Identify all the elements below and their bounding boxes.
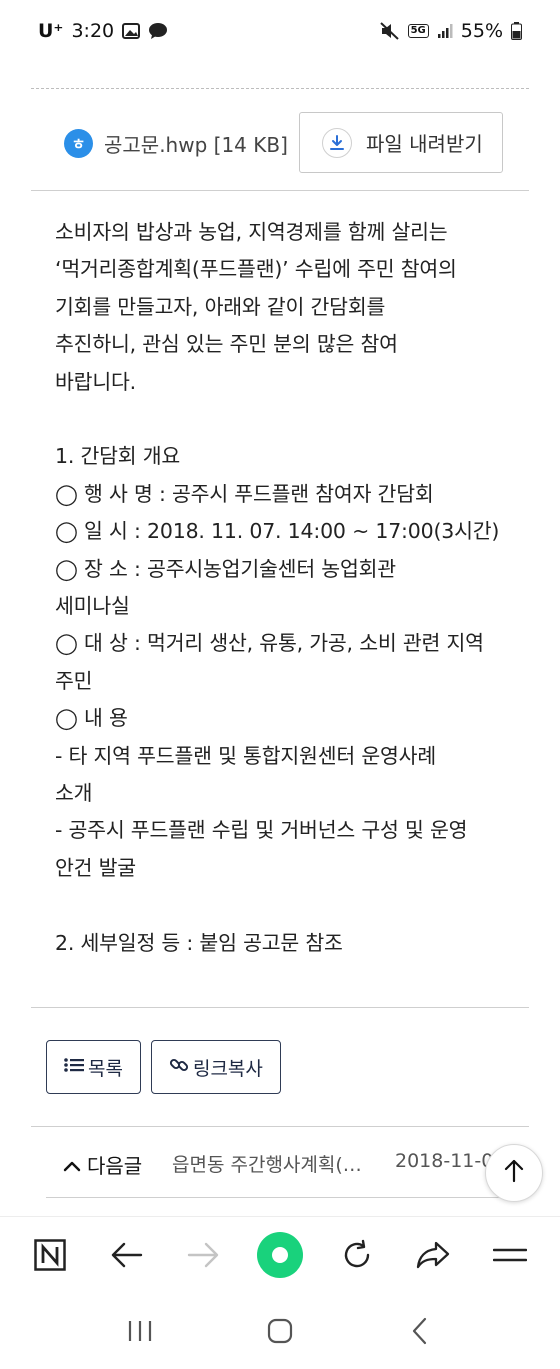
share-icon [416, 1241, 450, 1273]
list-button[interactable]: 목록 [46, 1040, 141, 1094]
body-line: 주민 [55, 668, 93, 693]
body-line: 기회를 만들고자, 아래와 같이 간담회를 [55, 294, 386, 319]
home-button[interactable] [250, 1308, 310, 1358]
link-icon [169, 1055, 189, 1080]
naver-n-icon [34, 1238, 67, 1275]
download-file-button[interactable]: 파일 내려받기 [299, 112, 503, 173]
share-button[interactable] [403, 1227, 463, 1287]
list-icon [64, 1056, 84, 1078]
body-line: 바랍니다. [55, 369, 136, 394]
recent-apps-icon [127, 1319, 153, 1347]
gallery-notification-icon [122, 23, 141, 39]
download-button-label: 파일 내려받기 [366, 132, 483, 156]
battery-percent: 55% [460, 20, 503, 42]
battery-icon [511, 22, 522, 40]
body-line: 추진하니, 관심 있는 주민 분의 많은 참여 [55, 332, 398, 357]
forward-arrow-icon [187, 1242, 219, 1272]
forward-button[interactable] [173, 1227, 233, 1287]
system-navigation-bar [0, 1296, 560, 1369]
next-post-label: 다음글 [87, 1154, 143, 1178]
mute-icon [379, 22, 400, 40]
body-line [55, 887, 515, 924]
attachment-bottom-divider [31, 190, 529, 191]
back-icon [411, 1317, 429, 1349]
home-green-dot-icon [256, 1231, 304, 1283]
hwp-file-icon: ㅎ [64, 129, 93, 158]
next-post-bottom-divider [46, 1197, 529, 1198]
arrow-up-icon [502, 1158, 526, 1188]
post-body: 소비자의 밥상과 농업, 지역경제를 함께 살리는 ‘먹거리종합계획(푸드플랜)… [55, 214, 515, 962]
chat-notification-icon [148, 22, 168, 40]
body-line: 1. 간담회 개요 [55, 444, 181, 469]
body-line: 소비자의 밥상과 농업, 지역경제를 함께 살리는 [55, 220, 448, 244]
body-line [55, 401, 515, 438]
body-line: ◯ 일 시 : 2018. 11. 07. 14:00 ~ 17:00(3시간) [55, 519, 500, 544]
list-button-label: 목록 [88, 1057, 123, 1080]
status-bar: U⁺ 3:20 5G 55% [0, 0, 560, 62]
download-icon [322, 127, 352, 158]
menu-icon [492, 1245, 527, 1269]
next-post-row[interactable]: 다음글 읍면동 주간행사계획(… 2018-11-0 [31, 1128, 529, 1198]
next-post-label-group: 다음글 [63, 1150, 142, 1179]
back-button[interactable] [97, 1227, 157, 1287]
body-line: 안건 발굴 [55, 855, 136, 880]
recent-apps-button[interactable] [110, 1308, 170, 1358]
attachment-row: ㅎ 공고문.hwp [14 KB] 파일 내려받기 [31, 89, 529, 191]
body-line: ◯ 행 사 명 : 공주시 푸드플랜 참여자 간담회 [55, 481, 434, 506]
body-line: - 타 지역 푸드플랜 및 통합지원센터 운영사례 [55, 743, 436, 768]
refresh-icon [341, 1239, 373, 1275]
clock: 3:20 [71, 20, 115, 42]
attachment-file-name[interactable]: 공고문.hwp [14 KB] [104, 129, 288, 158]
body-line: 소개 [55, 781, 93, 806]
chevron-up-icon [63, 1153, 81, 1177]
back-arrow-icon [111, 1242, 143, 1272]
content-bottom-divider [31, 1007, 529, 1008]
body-line: ◯ 대 상 : 먹거리 생산, 유통, 가공, 소비 관련 지역 [55, 631, 484, 656]
copy-link-button-label: 링크복사 [192, 1057, 263, 1080]
browser-toolbar [0, 1216, 560, 1296]
menu-button[interactable] [480, 1227, 540, 1287]
signal-icon [437, 23, 453, 39]
next-post-title[interactable]: 읍면동 주간행사계획(… [172, 1150, 380, 1177]
body-line: ◯ 내 용 [55, 706, 128, 731]
scroll-to-top-button[interactable] [485, 1144, 543, 1202]
next-post-top-divider [31, 1126, 529, 1127]
body-line: ◯ 장 소 : 공주시농업기술센터 농업회관 [55, 556, 396, 581]
network-5g-icon: 5G [407, 24, 429, 38]
refresh-button[interactable] [327, 1227, 387, 1287]
home-icon [267, 1318, 293, 1348]
body-line: 세미나실 [55, 594, 130, 619]
body-line: - 공주시 푸드플랜 수립 및 거버넌스 구성 및 운영 [55, 818, 468, 843]
copy-link-button[interactable]: 링크복사 [150, 1040, 281, 1094]
system-back-button[interactable] [390, 1308, 450, 1358]
body-line: ‘먹거리종합계획(푸드플랜)’ 수립에 주민 참여의 [55, 257, 457, 282]
naver-home-button[interactable] [20, 1227, 80, 1287]
green-dot-home-button[interactable] [250, 1227, 310, 1287]
post-actions: 목록 링크복사 [46, 1040, 281, 1094]
body-line: 2. 세부일정 등 : 붙임 공고문 참조 [55, 930, 343, 955]
carrier-label: U⁺ [38, 20, 64, 42]
